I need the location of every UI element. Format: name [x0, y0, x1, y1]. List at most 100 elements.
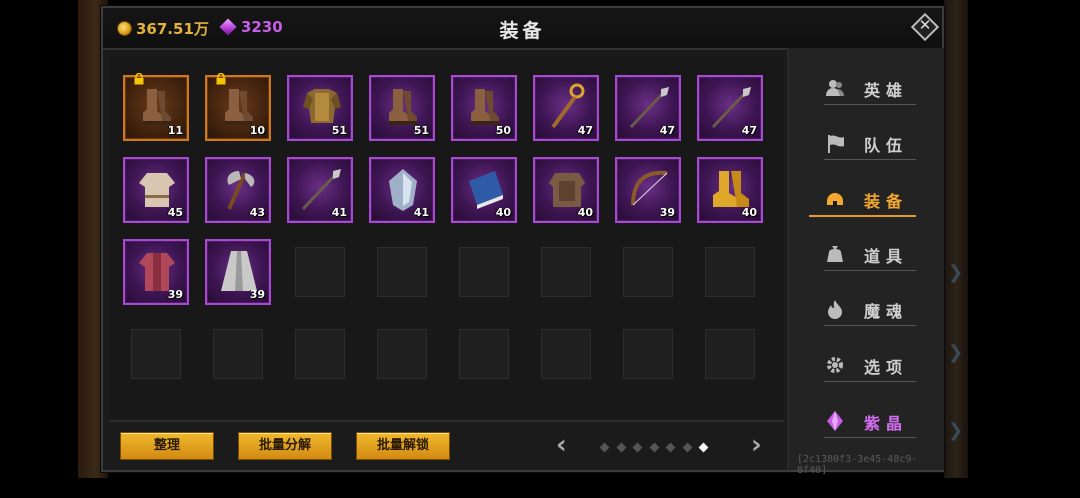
- empty-slot[interactable]: [213, 329, 263, 379]
- sidebar-item-2[interactable]: 装备: [809, 181, 919, 219]
- inventory-slot[interactable]: 39: [615, 157, 681, 223]
- sidebar: 英雄队伍装备道具魔魂选项紫晶: [787, 48, 944, 470]
- empty-slot[interactable]: [295, 247, 345, 297]
- item-level: 47: [577, 124, 593, 137]
- empty-slot[interactable]: [623, 247, 673, 297]
- page-dot[interactable]: [698, 442, 709, 453]
- inventory-grid: 11 10 51 51 50 47 47 47 45 43 41 41 40 40 39 40 39 39: [109, 56, 784, 418]
- empty-slot[interactable]: [377, 247, 427, 297]
- inventory-slot[interactable]: 41: [369, 157, 435, 223]
- page-dot[interactable]: [682, 442, 692, 453]
- item-level: 11: [167, 124, 183, 137]
- sidebar-item-6[interactable]: 紫晶: [809, 403, 919, 441]
- page-dot[interactable]: [616, 442, 626, 453]
- item-level: 40: [741, 206, 757, 219]
- sort-button[interactable]: 整理: [120, 432, 214, 460]
- inventory-slot[interactable]: 40: [451, 157, 517, 223]
- top-bar: 367.51万 3230 装备 ✕: [103, 8, 942, 50]
- page-dot[interactable]: [665, 442, 676, 453]
- equipment-panel: 367.51万 3230 装备 ✕ 11 10 51 51 50 47 47 47 45 43 41…: [101, 6, 944, 476]
- session-id: [2c1380f3-3e45-48c9-8f40]: [797, 454, 918, 476]
- batch-salvage-button[interactable]: 批量分解: [238, 432, 332, 460]
- item-level: 47: [659, 124, 675, 137]
- inventory-slot[interactable]: 51: [369, 75, 435, 141]
- sidebar-underline: [824, 437, 916, 438]
- empty-slot[interactable]: [131, 329, 181, 379]
- inventory-slot[interactable]: 50: [451, 75, 517, 141]
- sidebar-underline: [824, 381, 916, 382]
- inventory-slot[interactable]: 10: [205, 73, 271, 141]
- gear-icon: [827, 357, 843, 373]
- inventory-slot[interactable]: 47: [697, 75, 763, 141]
- lock-icon: [216, 73, 226, 85]
- page-dot[interactable]: [632, 442, 643, 453]
- item-level: 41: [413, 206, 429, 219]
- action-bar: 整理 批量分解 批量解锁 ‹ ›: [109, 420, 784, 472]
- inventory-slot[interactable]: 40: [697, 157, 763, 223]
- inventory-slot[interactable]: 39: [205, 239, 271, 305]
- item-level: 39: [167, 288, 183, 301]
- item-level: 10: [249, 124, 265, 137]
- page-title: 装备: [499, 20, 546, 42]
- sidebar-item-label: 魔魂: [864, 302, 909, 321]
- flame-icon: [828, 300, 842, 319]
- sidebar-item-label: 紫晶: [864, 414, 909, 433]
- background-arrow: ❯: [948, 262, 964, 283]
- sidebar-item-5[interactable]: 选项: [809, 347, 919, 385]
- item-level: 47: [741, 124, 757, 137]
- inventory-slot[interactable]: 47: [533, 75, 599, 141]
- item-level: 41: [331, 206, 347, 219]
- sidebar-item-label: 英雄: [864, 81, 909, 100]
- item-level: 51: [331, 124, 347, 137]
- next-page-button[interactable]: ›: [751, 430, 762, 460]
- hero-icon: [826, 80, 844, 96]
- sidebar-item-label: 队伍: [864, 136, 909, 155]
- helmet-icon: [827, 193, 843, 207]
- close-icon: ✕: [918, 16, 932, 34]
- background-right-edge: [944, 0, 968, 478]
- inventory-slot[interactable]: 45: [123, 157, 189, 223]
- inventory-slot[interactable]: 39: [123, 239, 189, 305]
- sidebar-underline: [809, 215, 916, 217]
- bag-icon: [827, 246, 843, 262]
- sidebar-item-label: 道具: [864, 247, 909, 266]
- batch-unlock-button[interactable]: 批量解锁: [356, 432, 450, 460]
- sidebar-item-1[interactable]: 队伍: [809, 125, 919, 163]
- close-button[interactable]: ✕: [910, 12, 940, 42]
- sidebar-item-label: 选项: [864, 358, 909, 377]
- inventory-slot[interactable]: 51: [287, 75, 353, 141]
- empty-slot[interactable]: [377, 329, 427, 379]
- inventory-slot[interactable]: 40: [533, 157, 599, 223]
- inventory-slot[interactable]: 11: [123, 73, 189, 141]
- flag-icon: [828, 135, 844, 153]
- page-dot[interactable]: [649, 442, 659, 453]
- empty-slot[interactable]: [541, 329, 591, 379]
- sidebar-item-4[interactable]: 魔魂: [809, 291, 919, 329]
- lock-icon: [134, 73, 144, 85]
- item-level: 40: [577, 206, 593, 219]
- item-level: 45: [167, 206, 183, 219]
- inventory-slot[interactable]: 47: [615, 75, 681, 141]
- item-level: 39: [249, 288, 265, 301]
- sidebar-item-0[interactable]: 英雄: [809, 70, 919, 108]
- empty-slot[interactable]: [295, 329, 345, 379]
- empty-slot[interactable]: [459, 329, 509, 379]
- item-level: 43: [249, 206, 265, 219]
- sidebar-underline: [824, 270, 916, 271]
- sidebar-item-label: 装备: [864, 192, 909, 211]
- page-dot[interactable]: [599, 442, 610, 453]
- empty-slot[interactable]: [459, 247, 509, 297]
- item-level: 50: [495, 124, 511, 137]
- empty-slot[interactable]: [705, 247, 755, 297]
- sidebar-item-3[interactable]: 道具: [809, 236, 919, 274]
- prev-page-button[interactable]: ‹: [556, 430, 567, 460]
- sidebar-underline: [824, 325, 916, 326]
- item-level: 40: [495, 206, 511, 219]
- empty-slot[interactable]: [623, 329, 673, 379]
- inventory-slot[interactable]: 43: [205, 157, 271, 223]
- empty-slot[interactable]: [705, 329, 755, 379]
- inventory-slot[interactable]: 41: [287, 157, 353, 223]
- item-level: 39: [659, 206, 675, 219]
- empty-slot[interactable]: [541, 247, 591, 297]
- sidebar-underline: [824, 159, 916, 160]
